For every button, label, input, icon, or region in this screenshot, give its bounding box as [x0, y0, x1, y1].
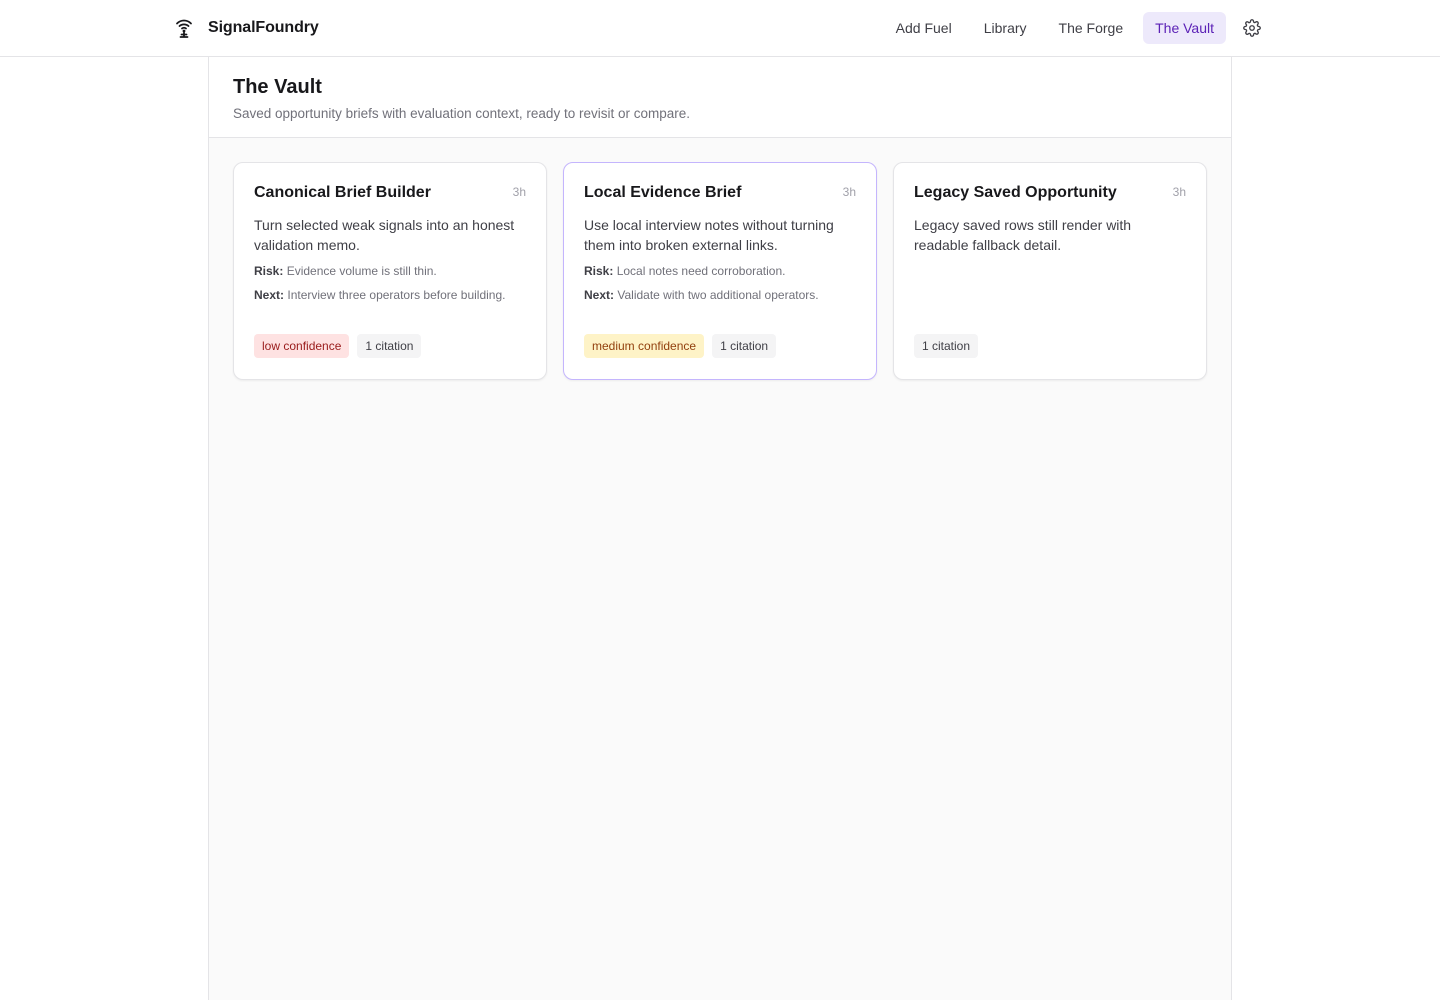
card-next-step: Next: Validate with two additional opera… — [584, 287, 856, 303]
risk-text: Local notes need corroboration. — [616, 264, 786, 278]
gear-icon — [1243, 19, 1261, 37]
next-text: Validate with two additional operators. — [617, 288, 819, 302]
card-next-step: Next: Interview three operators before b… — [254, 287, 526, 303]
next-text: Interview three operators before buildin… — [287, 288, 506, 302]
card-risk: Risk: Evidence volume is still thin. — [254, 263, 526, 279]
card-description: Use local interview notes without turnin… — [584, 217, 834, 253]
citation-badge: 1 citation — [914, 334, 979, 358]
settings-button[interactable] — [1236, 12, 1268, 44]
next-label: Next: — [584, 288, 615, 302]
risk-label: Risk: — [584, 264, 614, 278]
nav-library[interactable]: Library — [972, 12, 1039, 44]
card-description: Legacy saved rows still render with read… — [914, 217, 1132, 253]
card-description: Turn selected weak signals into an hones… — [254, 217, 515, 253]
risk-text: Evidence volume is still thin. — [286, 264, 437, 278]
card-timestamp: 3h — [1172, 185, 1186, 199]
risk-label: Risk: — [254, 264, 284, 278]
broadcast-tower-icon — [174, 16, 194, 40]
citation-badge: 1 citation — [712, 334, 777, 358]
card-timestamp: 3h — [512, 185, 526, 199]
card-title: Canonical Brief Builder — [254, 184, 431, 201]
card-badges: medium confidence 1 citation — [584, 334, 777, 358]
confidence-badge: medium confidence — [584, 334, 705, 358]
page-subtitle: Saved opportunity briefs with evaluation… — [233, 106, 690, 121]
brand-home-link[interactable]: SignalFoundry — [174, 16, 319, 40]
nav-the-forge[interactable]: The Forge — [1047, 12, 1136, 44]
card-badges: low confidence 1 citation — [254, 334, 422, 358]
main-content: The Vault Saved opportunity briefs with … — [208, 57, 1232, 1000]
card-title: Legacy Saved Opportunity — [914, 184, 1117, 201]
card-badges: 1 citation — [914, 334, 979, 358]
next-label: Next: — [254, 288, 285, 302]
main-nav: Add Fuel Library The Forge The Vault — [876, 12, 1268, 44]
nav-add-fuel[interactable]: Add Fuel — [884, 12, 964, 44]
top-navigation-bar: SignalFoundry Add Fuel Library The Forge… — [0, 0, 1440, 57]
confidence-badge: low confidence — [254, 334, 350, 358]
card-risk: Risk: Local notes need corroboration. — [584, 263, 856, 279]
card-title: Local Evidence Brief — [584, 184, 742, 201]
brief-card-grid: Canonical Brief Builder 3h Turn selected… — [233, 162, 1207, 380]
citation-badge: 1 citation — [357, 334, 422, 358]
page-title: The Vault — [233, 76, 322, 98]
brief-card[interactable]: Legacy Saved Opportunity 3h Legacy saved… — [893, 162, 1207, 380]
card-timestamp: 3h — [842, 185, 856, 199]
brief-card[interactable]: Canonical Brief Builder 3h Turn selected… — [233, 162, 547, 380]
brief-card[interactable]: Local Evidence Brief 3h Use local interv… — [563, 162, 877, 380]
page-header: The Vault Saved opportunity briefs with … — [209, 57, 1231, 138]
nav-the-vault[interactable]: The Vault — [1143, 12, 1226, 44]
brand-name: SignalFoundry — [208, 19, 319, 36]
